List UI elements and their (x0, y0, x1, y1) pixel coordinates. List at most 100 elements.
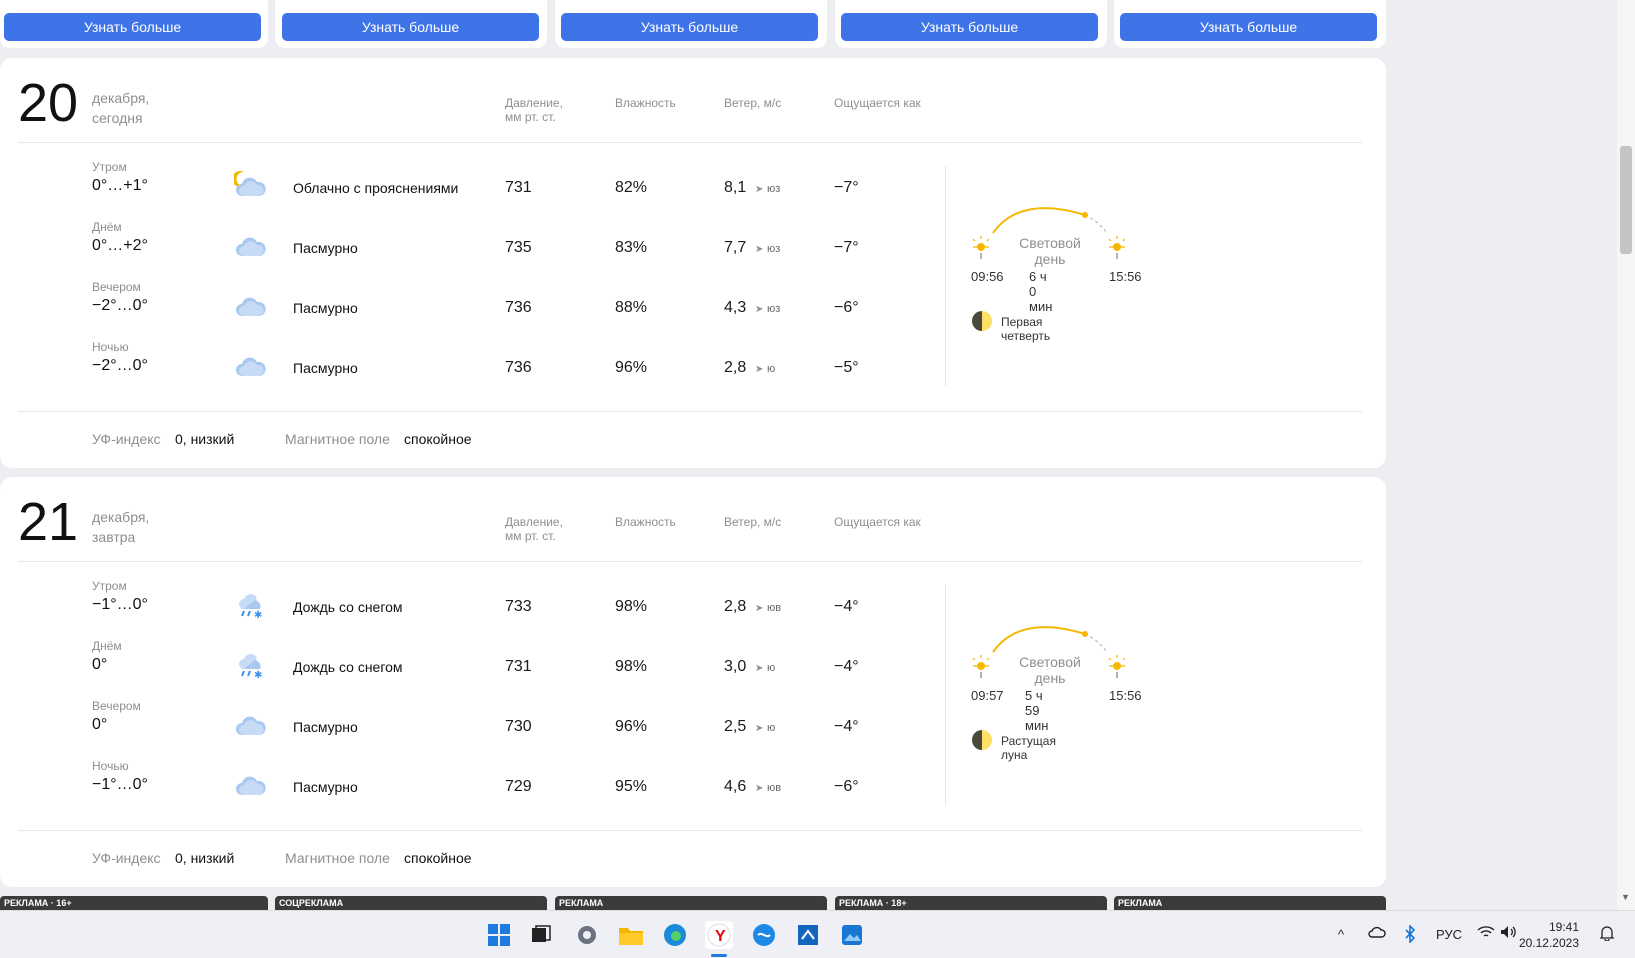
wind-arrow-icon: ➤ (755, 244, 764, 255)
cloud-icon (234, 709, 270, 739)
feels-like-value: −7° (834, 239, 859, 256)
humidity-header: Влажность (615, 96, 676, 110)
ad-label[interactable]: РЕКЛАМА · 16+ (0, 896, 268, 910)
day-part-label: Ночью (92, 340, 129, 354)
moon-phase-text: Растущая луна (1001, 734, 1056, 762)
ad-label[interactable]: РЕКЛАМА · 18+ (835, 896, 1107, 910)
notification-bell-icon[interactable] (1599, 925, 1615, 944)
learn-more-button[interactable]: Узнать больше (841, 13, 1098, 41)
magnetic-field-value: спокойное (404, 431, 472, 447)
settings-gear-icon[interactable] (573, 921, 601, 949)
day-forecast-card: 20 декабря, сегодня Давление, мм рт. ст. Влаж… (0, 58, 1386, 468)
learn-more-button[interactable]: Узнать больше (1120, 13, 1377, 41)
pressure-header-line1: Давление, (505, 96, 563, 110)
day-number: 20 (18, 73, 79, 133)
svg-text:Y: Y (715, 928, 726, 945)
wind-speed: 4,6 (724, 778, 747, 795)
day-number: 21 (18, 492, 79, 552)
wind-arrow-icon: ➤ (755, 663, 764, 674)
magnetic-field-value: спокойное (404, 850, 472, 866)
wind-speed: 2,8 (724, 359, 747, 376)
wind-arrow-icon: ➤ (755, 783, 764, 794)
photos-app-icon[interactable] (838, 921, 866, 949)
pressure-value: 730 (505, 718, 532, 735)
windows-start-icon[interactable] (485, 921, 513, 949)
uv-index-value: 0, низкий (175, 850, 235, 866)
wind-header: Ветер, м/с (724, 96, 782, 110)
svg-text:✱: ✱ (254, 670, 262, 679)
bluetooth-icon[interactable] (1404, 924, 1416, 946)
temperature-range: 0°…+2° (92, 237, 148, 254)
messenger-icon[interactable] (750, 921, 778, 949)
language-indicator[interactable]: РУС (1436, 927, 1462, 942)
ad-label[interactable]: РЕКЛАМА (555, 896, 827, 910)
pressure-header: Давление, мм рт. ст. (505, 96, 563, 124)
wifi-icon[interactable] (1477, 925, 1495, 942)
yandex-browser-icon[interactable]: Y (705, 921, 733, 949)
feels-like-value: −5° (834, 359, 859, 376)
ad-label[interactable]: РЕКЛАМА (1114, 896, 1386, 910)
clock-time: 19:41 (1548, 920, 1579, 934)
chevron-up-icon[interactable]: ^ (1338, 927, 1344, 942)
active-app-indicator (711, 954, 727, 957)
sleet-icon: ✱ (234, 649, 270, 681)
daylight-duration: 5 ч 59 мин (1025, 688, 1049, 733)
wind-direction: юв (767, 602, 782, 614)
condition-text: Пасмурно (293, 779, 358, 795)
humidity-value: 98% (615, 598, 648, 615)
wind-arrow-icon: ➤ (755, 184, 764, 195)
day-date-label: декабря, сегодня (92, 88, 149, 128)
volume-icon[interactable] (1500, 925, 1518, 942)
pressure-value: 731 (505, 658, 532, 675)
uv-index-value: 0, низкий (175, 431, 235, 447)
scrollbar-track[interactable] (1617, 0, 1635, 910)
wind-direction: юз (767, 183, 781, 195)
day-forecast-card: 21 декабря, завтра Давление, мм рт. ст. Влажн… (0, 477, 1386, 887)
wind-speed: 2,8 (724, 598, 747, 615)
temperature-range: 0°…+1° (92, 177, 148, 194)
condition-text: Пасмурно (293, 300, 358, 316)
humidity-value: 82% (615, 179, 648, 196)
ads-strip: РЕКЛАМА · 16+ СОЦРЕКЛАМА РЕКЛАМА РЕКЛАМА… (0, 896, 1386, 910)
day-part-label: Утром (92, 160, 127, 174)
forecast-row: Днём 0°…+2° Пасмурно 735 83% 7,7 ➤ юз −7… (0, 220, 940, 280)
edge-browser-icon[interactable] (661, 921, 689, 949)
feels-like-value: −6° (834, 778, 859, 795)
system-clock[interactable]: 19:41 20.12.2023 (1519, 919, 1579, 951)
sunset-time: 15:56 (1109, 269, 1142, 284)
promo-card: Узнать больше (0, 0, 268, 48)
scroll-down-icon[interactable]: ▼ (1621, 892, 1630, 902)
pressure-header-line2: мм рт. ст. (505, 110, 556, 124)
humidity-header: Влажность (615, 515, 676, 529)
learn-more-button[interactable]: Узнать больше (561, 13, 818, 41)
file-explorer-icon[interactable] (617, 921, 645, 949)
pressure-header-line2: мм рт. ст. (505, 529, 556, 543)
cloud-sync-icon[interactable] (1368, 925, 1386, 942)
wind-direction: юв (767, 782, 782, 794)
pressure-value: 733 (505, 598, 532, 615)
wind-direction: ю (767, 722, 776, 734)
ad-label[interactable]: СОЦРЕКЛАМА (275, 896, 547, 910)
relative-day-label: сегодня (92, 110, 143, 126)
humidity-value: 98% (615, 658, 648, 675)
forecast-row: Вечером 0° Пасмурно 730 96% 2,5 ➤ ю −4° (0, 699, 940, 759)
scrollbar-thumb[interactable] (1620, 146, 1632, 254)
cloud-icon (234, 350, 270, 380)
wind-arrow-icon: ➤ (755, 723, 764, 734)
cloud-icon (234, 769, 270, 799)
learn-more-button[interactable]: Узнать больше (282, 13, 539, 41)
pressure-value: 736 (505, 359, 532, 376)
promo-card: Узнать больше (1114, 0, 1386, 48)
pressure-value: 731 (505, 179, 532, 196)
daylight-label: Световой день (1005, 654, 1095, 686)
document-app-icon[interactable] (794, 921, 822, 949)
wind-speed: 8,1 (724, 179, 747, 196)
humidity-value: 95% (615, 778, 648, 795)
day-part-label: Днём (92, 639, 122, 653)
svg-text:✱: ✱ (254, 610, 262, 619)
feels-like-value: −6° (834, 299, 859, 316)
clock-date: 20.12.2023 (1518, 936, 1579, 950)
daylight-label: Световой день (1005, 235, 1095, 267)
learn-more-button[interactable]: Узнать больше (4, 13, 261, 41)
task-view-icon[interactable] (527, 921, 555, 949)
